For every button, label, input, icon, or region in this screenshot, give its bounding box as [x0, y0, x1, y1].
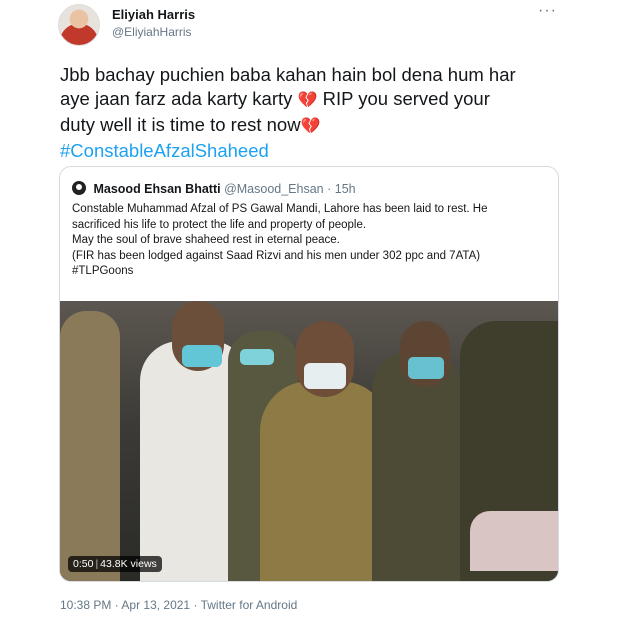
quoted-tweet-text: Constable Muhammad Afzal of PS Gawal Man… [72, 202, 552, 280]
quoted-author-avatar[interactable] [72, 181, 86, 195]
video-frame-figure [408, 357, 444, 379]
author-handle[interactable]: @EliyiahHarris [112, 25, 192, 39]
quoted-author-handle[interactable]: @Masood_Ehsan [224, 182, 324, 196]
tweet-source[interactable]: Twitter for Android [201, 598, 298, 612]
video-stats-badge: 0:50 | 43.8K views [68, 556, 162, 572]
quoted-line: Constable Muhammad Afzal of PS Gawal Man… [72, 203, 488, 215]
quoted-tweet-header: Masood Ehsan Bhatti @Masood_Ehsan · 15h [72, 181, 356, 196]
tweet-line-2: aye jaan farz ada karty karty 💔 RIP you … [60, 87, 560, 113]
video-player[interactable]: 0:50 | 43.8K views [60, 301, 558, 581]
separator-dot: · [327, 182, 332, 196]
hashtag-link[interactable]: #ConstableAfzalShaheed [60, 139, 560, 163]
tweet-text: Jbb bachay puchien baba kahan hain bol d… [60, 63, 560, 163]
quoted-author-name[interactable]: Masood Ehsan Bhatti [93, 182, 220, 196]
tweet-line-3: duty well it is time to rest now💔 [60, 113, 560, 139]
broken-heart-icon: 💔 [300, 118, 321, 135]
tweet-time[interactable]: 10:38 PM [60, 598, 111, 612]
separator-dot: · [193, 598, 198, 612]
author-name[interactable]: Eliyiah Harris [112, 7, 195, 22]
separator-dot: · [114, 598, 119, 612]
tweet-line-1: Jbb bachay puchien baba kahan hain bol d… [60, 64, 516, 85]
quoted-line: May the soul of brave shaheed rest in et… [72, 234, 340, 247]
tweet-date[interactable]: Apr 13, 2021 [121, 598, 190, 612]
video-duration: 0:50 [73, 558, 94, 570]
video-views: 43.8K views [100, 558, 157, 570]
quoted-timestamp[interactable]: 15h [335, 182, 356, 196]
video-frame-figure [260, 381, 390, 581]
more-options-icon[interactable]: ··· [538, 2, 557, 20]
user-avatar[interactable] [58, 4, 100, 46]
tweet-line-2-end: RIP you served your [322, 88, 490, 109]
broken-heart-icon: 💔 [297, 92, 318, 109]
video-frame-figure [60, 311, 120, 581]
tweet-line-2-start: aye jaan farz ada karty karty [60, 88, 293, 109]
video-frame-figure [304, 363, 346, 389]
quoted-line: (FIR has been lodged against Saad Rizvi … [72, 249, 481, 262]
tweet-footer: 10:38 PM · Apr 13, 2021 · Twitter for An… [60, 598, 297, 612]
tweet-line-3-text: duty well it is time to rest now [60, 114, 301, 135]
tweet-card: Eliyiah Harris @EliyiahHarris ··· Jbb ba… [0, 0, 620, 620]
quoted-line: sacrificed his life to protect the life … [72, 218, 367, 231]
video-frame-figure [182, 345, 222, 367]
video-frame-figure [240, 349, 274, 365]
video-frame-figure [470, 511, 558, 571]
quoted-hashtag[interactable]: #TLPGoons [72, 264, 552, 280]
quoted-tweet[interactable]: Masood Ehsan Bhatti @Masood_Ehsan · 15h … [59, 166, 559, 582]
